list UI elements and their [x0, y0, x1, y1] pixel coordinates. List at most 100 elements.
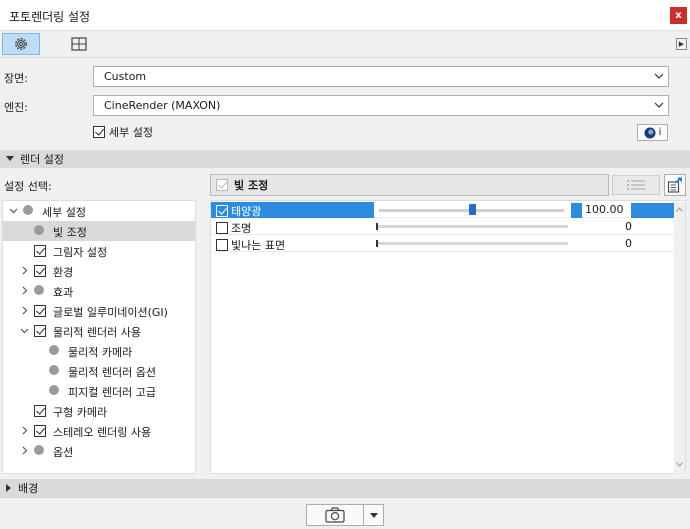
engine-label: 엔진:: [4, 101, 28, 114]
tree-item-checkbox[interactable]: [34, 425, 46, 437]
toolbar: ▶: [0, 31, 690, 58]
row-checkbox[interactable]: [216, 205, 228, 217]
engine-info-button[interactable]: i: [637, 124, 668, 141]
tree-item-checkbox[interactable]: [34, 245, 46, 257]
panel-expand-button[interactable]: ▶: [676, 38, 687, 50]
render-options-dropdown[interactable]: [363, 504, 384, 526]
row-checkbox[interactable]: [216, 239, 228, 251]
export-icon: [667, 177, 682, 193]
row-slider-track[interactable]: [376, 242, 568, 245]
tree-item-checkbox[interactable]: [34, 265, 46, 277]
row-slider-track[interactable]: [376, 225, 568, 228]
panel-header-title: 빛 조정: [234, 179, 269, 192]
tree-item-label: 스테레오 렌더링 사용: [53, 426, 152, 439]
chevron-right-icon[interactable]: [20, 426, 29, 435]
tree-item[interactable]: 피지컬 렌더러 고급: [3, 381, 195, 401]
status-dot-icon: [49, 385, 59, 395]
tree-item[interactable]: 세부 설정: [3, 201, 195, 221]
tree-item[interactable]: 스테레오 렌더링 사용: [3, 421, 195, 441]
render-settings-section-header[interactable]: 렌더 설정: [0, 150, 690, 168]
chevron-right-icon[interactable]: [20, 446, 29, 455]
row-value[interactable]: 0: [625, 220, 632, 233]
tree-item-label: 그림자 설정: [53, 246, 108, 259]
tree-item[interactable]: 빛 조정: [3, 221, 195, 241]
row-value[interactable]: 0: [625, 237, 632, 250]
tree-item[interactable]: 물리적 렌더러 사용: [3, 321, 195, 341]
row-name[interactable]: 조명: [216, 220, 251, 236]
size-tab-button[interactable]: [60, 33, 98, 55]
tree-item-checkbox[interactable]: [34, 305, 46, 317]
row-slider-start: [376, 240, 378, 247]
footer: [0, 497, 690, 529]
tree-item-label: 세부 설정: [42, 206, 86, 219]
tree-item-mark[interactable]: [34, 305, 46, 317]
tree-item-mark: [34, 285, 44, 295]
tree-item-label: 구형 카메라: [53, 406, 108, 419]
tree-item-mark[interactable]: [34, 265, 46, 277]
tree-item-mark: [49, 365, 59, 375]
row-value-bar-right: [631, 203, 674, 218]
engine-select[interactable]: CineRender (MAXON): [93, 95, 669, 116]
scroll-up-icon[interactable]: [676, 207, 683, 212]
status-dot-icon: [34, 285, 44, 295]
row-name[interactable]: 태양광: [216, 203, 261, 219]
list-options-button[interactable]: [612, 175, 660, 195]
cinema4d-logo-icon: [644, 127, 656, 138]
tree-item-checkbox[interactable]: [34, 405, 46, 417]
settings-select-label: 설정 선택:: [4, 180, 52, 193]
background-section-header[interactable]: 배경: [0, 479, 690, 497]
chevron-right-icon[interactable]: [20, 306, 29, 315]
detail-settings-checkbox[interactable]: [93, 126, 105, 138]
tree-item-label: 물리적 렌더러 옵션: [68, 366, 156, 379]
tree-item-mark[interactable]: [34, 405, 46, 417]
settings-tree: 세부 설정 빛 조정 그림자 설정 환경 효과 글로벌 일루미네이션(GI) 물리적 렌더러…: [2, 200, 196, 474]
tree-item-label: 피지컬 렌더러 고급: [68, 386, 156, 399]
row-name[interactable]: 빛나는 표면: [216, 237, 285, 253]
row-slider-thumb[interactable]: [469, 204, 476, 215]
gear-icon: [15, 38, 27, 50]
tree-item[interactable]: 물리적 렌더러 옵션: [3, 361, 195, 381]
tree-item[interactable]: 구형 카메라: [3, 401, 195, 421]
status-dot-icon: [34, 445, 44, 455]
export-settings-button[interactable]: [664, 174, 686, 196]
title-bar: 포토렌더링 설정 x: [0, 0, 690, 31]
tree-item[interactable]: 옵션: [3, 441, 195, 461]
chevron-right-icon[interactable]: [20, 266, 29, 275]
tree-item[interactable]: 그림자 설정: [3, 241, 195, 261]
property-grid: 태양광 100.00 조명 0 빛나는 표면 0: [210, 200, 686, 474]
tree-item-label: 환경: [53, 266, 74, 279]
triangle-down-icon: [6, 156, 14, 161]
tree-item[interactable]: 글로벌 일루미네이션(GI): [3, 301, 195, 321]
tree-item-checkbox[interactable]: [34, 325, 46, 337]
tree-item-mark[interactable]: [34, 425, 46, 437]
row-value[interactable]: 100.00: [585, 203, 624, 216]
tree-item-mark: [49, 385, 59, 395]
chevron-down-icon[interactable]: [20, 326, 29, 335]
chevron-right-icon[interactable]: [20, 286, 29, 295]
scroll-down-icon[interactable]: [676, 462, 683, 467]
scene-value: Custom: [104, 70, 147, 83]
status-dot-icon: [49, 365, 59, 375]
render-button[interactable]: [306, 504, 364, 526]
tree-item-label: 옵션: [53, 446, 74, 459]
list-icon: [627, 180, 645, 190]
grid-scrollbar[interactable]: [674, 202, 685, 474]
tree-item-mark[interactable]: [34, 245, 46, 257]
row-checkbox[interactable]: [216, 222, 228, 234]
grid-row: 태양광 100.00: [211, 202, 674, 218]
close-button[interactable]: x: [670, 7, 687, 24]
tree-item[interactable]: 효과: [3, 281, 195, 301]
settings-tab-button[interactable]: [2, 33, 40, 55]
camera-icon: [325, 507, 345, 523]
detail-settings-toggle[interactable]: 세부 설정: [93, 124, 153, 140]
render-settings-label: 렌더 설정: [20, 153, 64, 166]
scene-select[interactable]: Custom: [93, 66, 669, 87]
tree-item[interactable]: 물리적 카메라: [3, 341, 195, 361]
chevron-down-icon[interactable]: [9, 206, 18, 215]
tree-item[interactable]: 환경: [3, 261, 195, 281]
crop-frame-icon: [71, 37, 87, 51]
status-dot-icon: [23, 205, 33, 215]
row-slider-start: [376, 223, 378, 230]
window-title: 포토렌더링 설정: [9, 10, 91, 24]
tree-item-mark[interactable]: [34, 325, 46, 337]
